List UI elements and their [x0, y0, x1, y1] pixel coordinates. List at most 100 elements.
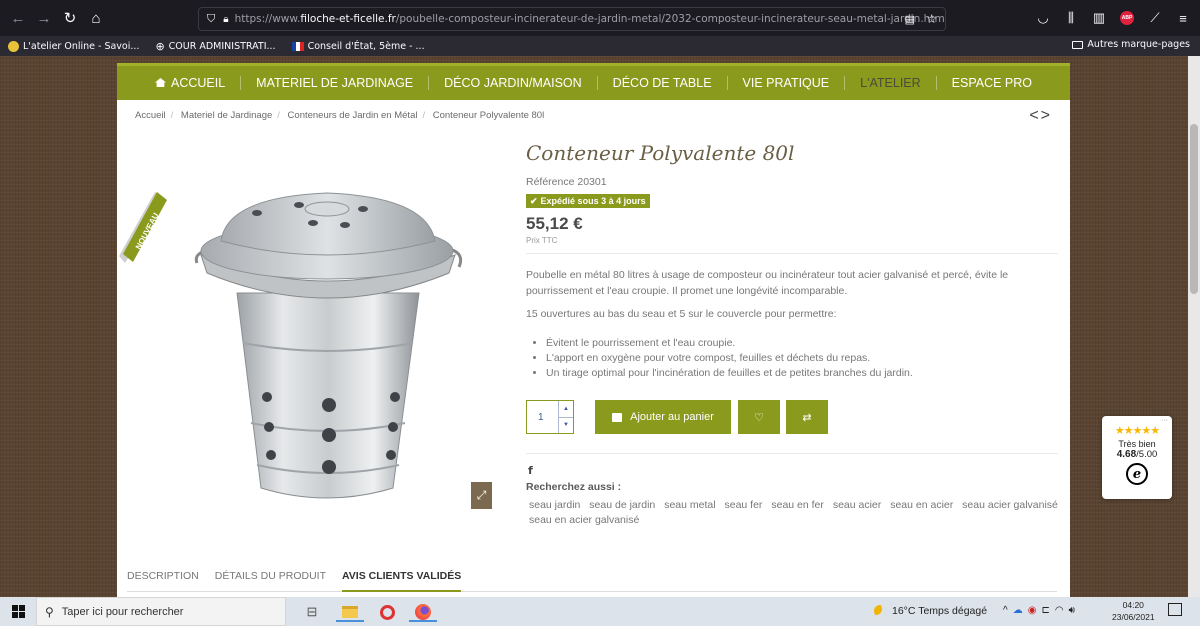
- add-to-cart-label: Ajouter au panier: [630, 411, 714, 423]
- system-clock[interactable]: 04:20 23/06/2021: [1112, 599, 1155, 623]
- checkmark-icon: ✔: [530, 195, 538, 206]
- bookmark-item[interactable]: ⊕ COUR ADMINISTRATI...: [155, 40, 275, 53]
- search-icon: ⚲: [45, 604, 54, 619]
- tag-link[interactable]: seau en acier: [890, 499, 953, 511]
- nav-deco-jardin-maison[interactable]: DÉCO JARDIN/MAISON: [429, 76, 598, 90]
- nav-atelier[interactable]: L'ATELIER: [845, 76, 937, 90]
- scrollbar-thumb[interactable]: [1190, 124, 1198, 294]
- quantity-down-icon[interactable]: ▼: [559, 418, 573, 434]
- bookmark-item[interactable]: Conseil d'État, 5ème - ...: [291, 40, 425, 52]
- weather-widget[interactable]: 16°C Temps dégagé: [874, 605, 987, 617]
- file-explorer-icon[interactable]: [336, 602, 364, 622]
- windows-start-icon[interactable]: [4, 597, 32, 626]
- app-red-icon[interactable]: [377, 602, 397, 622]
- shuffle-icon: ⇄: [802, 411, 812, 424]
- quantity-up-icon[interactable]: ▲: [559, 401, 573, 418]
- add-to-cart-button[interactable]: Ajouter au panier: [595, 400, 731, 434]
- compare-button[interactable]: ⇄: [786, 400, 828, 434]
- product-title: Conteneur Polyvalente 80l: [526, 141, 795, 165]
- tray-cloud-icon[interactable]: ☁: [1013, 605, 1023, 616]
- page-viewport: ACCUEIL MATERIEL DE JARDINAGE DÉCO JARDI…: [0, 56, 1200, 597]
- tab-product-details[interactable]: DÉTAILS DU PRODUIT: [215, 568, 326, 592]
- other-bookmarks[interactable]: Autres marque-pages: [1072, 39, 1190, 50]
- nouveau-badge: NOUVEAU: [119, 192, 167, 263]
- wishlist-button[interactable]: ♡: [738, 400, 780, 434]
- adblock-icon[interactable]: ABP: [1116, 6, 1138, 30]
- tag-link[interactable]: seau jardin: [529, 499, 580, 511]
- wifi-icon[interactable]: ◠: [1055, 605, 1064, 616]
- quantity-input[interactable]: 1: [527, 401, 558, 433]
- windows-taskbar: ⚲ Taper ici pour rechercher ⊟ 16°C Temps …: [0, 597, 1200, 626]
- tag-link[interactable]: seau metal: [664, 499, 715, 511]
- nav-vie-pratique[interactable]: VIE PRATIQUE: [728, 76, 846, 90]
- tab-description[interactable]: DESCRIPTION: [127, 568, 199, 592]
- clock-date: 23/06/2021: [1112, 612, 1155, 622]
- tag-link[interactable]: seau acier galvanisé: [962, 499, 1058, 511]
- bookmark-item[interactable]: L'atelier Online - Savoi...: [8, 40, 139, 52]
- back-arrow-icon[interactable]: ←: [5, 5, 31, 31]
- rating-score: 4.68/5.00: [1116, 449, 1158, 460]
- firefox-icon[interactable]: [409, 602, 437, 622]
- bookmark-label: Conseil d'État, 5ème - ...: [307, 40, 425, 52]
- related-search-label: Recherchez aussi :: [526, 481, 622, 493]
- extension-brush-icon[interactable]: ⟋: [1144, 6, 1166, 30]
- breadcrumb-link[interactable]: Conteneurs de Jardin en Métal: [288, 110, 418, 121]
- task-view-icon[interactable]: ⊟: [302, 602, 322, 622]
- taskbar-search-input[interactable]: ⚲ Taper ici pour rechercher: [36, 597, 286, 626]
- tracking-shield-icon[interactable]: ⛉: [207, 13, 215, 26]
- divider: [526, 453, 1058, 454]
- network-icon[interactable]: ⊏: [1041, 605, 1049, 616]
- bookmark-star-icon[interactable]: ☆: [926, 12, 937, 26]
- list-item: Évitent le pourrissement et l'eau croupi…: [546, 336, 913, 351]
- tag-link[interactable]: seau acier: [833, 499, 881, 511]
- weather-label: 16°C Temps dégagé: [892, 605, 988, 617]
- nav-accueil[interactable]: ACCUEIL: [140, 76, 242, 90]
- bookmark-favicon-icon: [8, 40, 19, 52]
- reload-icon[interactable]: ↻: [57, 5, 83, 31]
- url-text[interactable]: https://www.filoche-et-ficelle.fr/poubel…: [235, 13, 945, 25]
- sidebar-icon[interactable]: ▥: [1088, 6, 1110, 30]
- tag-link[interactable]: seau en acier galvanisé: [529, 514, 639, 526]
- more-options-icon[interactable]: ···: [1161, 417, 1168, 424]
- reader-view-icon[interactable]: ▤: [905, 13, 915, 26]
- nav-deco-de-table[interactable]: DÉCO DE TABLE: [598, 76, 728, 90]
- product-pager-arrows[interactable]: <>: [1029, 107, 1052, 125]
- forward-arrow-icon[interactable]: →: [31, 5, 57, 31]
- tag-link[interactable]: seau fer: [724, 499, 762, 511]
- volume-icon[interactable]: 🔊︎: [1069, 605, 1075, 616]
- trusted-shops-widget[interactable]: ··· ★★★★★ Très bien 4.68/5.00 e: [1102, 416, 1172, 499]
- tag-link[interactable]: seau de jardin: [589, 499, 655, 511]
- product-reference: Référence 20301: [526, 176, 607, 188]
- facebook-icon[interactable]: f: [528, 464, 533, 477]
- related-tags: seau jardin seau de jardin seau metal se…: [526, 498, 1061, 528]
- product-tabs: DESCRIPTION DÉTAILS DU PRODUIT AVIS CLIE…: [127, 568, 1057, 592]
- nav-materiel-de-jardinage[interactable]: MATERIEL DE JARDINAGE: [241, 76, 430, 90]
- breadcrumb-link[interactable]: Accueil: [135, 110, 166, 121]
- product-image[interactable]: [187, 183, 467, 508]
- expand-image-icon[interactable]: ⤢: [471, 482, 492, 509]
- feature-list: Évitent le pourrissement et l'eau croupi…: [537, 336, 913, 381]
- product-price: 55,12 €: [526, 214, 583, 233]
- notifications-icon[interactable]: [1168, 603, 1182, 616]
- chevron-up-icon[interactable]: ^: [1003, 605, 1008, 616]
- quantity-stepper[interactable]: 1 ▲ ▼: [526, 400, 574, 434]
- tab-customer-reviews[interactable]: AVIS CLIENTS VALIDÉS: [342, 568, 462, 592]
- menu-icon[interactable]: ≡: [1172, 6, 1194, 30]
- page-scrollbar[interactable]: [1188, 56, 1200, 597]
- tag-link[interactable]: seau en fer: [771, 499, 824, 511]
- pocket-icon[interactable]: ◡: [1032, 6, 1054, 30]
- tray-app-icon[interactable]: ◉: [1028, 605, 1037, 616]
- bookmark-label: COUR ADMINISTRATI...: [168, 40, 276, 52]
- heart-icon: ♡: [754, 411, 764, 424]
- library-icon[interactable]: ⫼: [1060, 6, 1082, 30]
- folder-icon: [1072, 40, 1084, 49]
- padlock-icon[interactable]: 🔒︎: [223, 14, 228, 25]
- home-icon[interactable]: ⌂: [83, 5, 109, 31]
- shipping-label: Expédié sous 3 à 4 jours: [540, 196, 646, 206]
- trusted-shops-logo-icon: e: [1126, 463, 1148, 485]
- nav-espace-pro[interactable]: ESPACE PRO: [937, 76, 1047, 90]
- bookmarks-bar: L'atelier Online - Savoi... ⊕ COUR ADMINI…: [0, 36, 1200, 56]
- breadcrumb-link[interactable]: Materiel de Jardinage: [181, 110, 272, 121]
- list-item: L'apport en oxygène pour votre compost, …: [546, 351, 913, 366]
- url-bar[interactable]: ⛉ 🔒︎ https://www.filoche-et-ficelle.fr/p…: [198, 7, 946, 31]
